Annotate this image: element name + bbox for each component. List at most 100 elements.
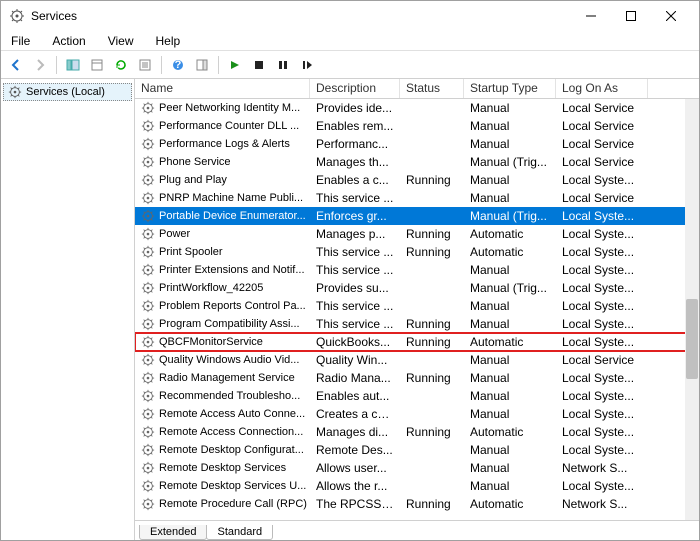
toolbar-separator — [56, 56, 57, 74]
cell-logon: Local Service — [556, 137, 648, 151]
toolbar: ? — [1, 51, 699, 79]
service-row[interactable]: Portable Device Enumerator...Enforces gr… — [135, 207, 699, 225]
tree-item-services-local[interactable]: Services (Local) — [3, 83, 132, 101]
properties-button[interactable] — [134, 54, 156, 76]
service-row[interactable]: Peer Networking Identity M...Provides id… — [135, 99, 699, 117]
gear-icon — [141, 353, 155, 367]
cell-startup: Manual — [464, 479, 556, 493]
service-name-text: Program Compatibility Assi... — [159, 318, 300, 330]
minimize-button[interactable] — [571, 2, 611, 30]
cell-name: Remote Desktop Configurat... — [135, 443, 310, 457]
cell-logon: Local Syste... — [556, 173, 648, 187]
service-row[interactable]: Program Compatibility Assi...This servic… — [135, 315, 699, 333]
column-header-startup[interactable]: Startup Type — [464, 79, 556, 98]
cell-startup: Manual — [464, 299, 556, 313]
cell-logon: Local Syste... — [556, 209, 648, 223]
cell-logon: Local Syste... — [556, 371, 648, 385]
cell-name: QBCFMonitorService — [135, 335, 310, 349]
cell-startup: Manual — [464, 263, 556, 277]
service-name-text: Remote Desktop Services U... — [159, 480, 306, 492]
menu-action[interactable]: Action — [48, 32, 89, 50]
service-row[interactable]: PNRP Machine Name Publi...This service .… — [135, 189, 699, 207]
cell-status: Running — [400, 173, 464, 187]
service-row[interactable]: Printer Extensions and Notif...This serv… — [135, 261, 699, 279]
gear-icon — [141, 335, 155, 349]
restart-service-button[interactable] — [296, 54, 318, 76]
service-name-text: Phone Service — [159, 156, 231, 168]
close-button[interactable] — [651, 2, 691, 30]
refresh-button[interactable] — [110, 54, 132, 76]
export-list-button[interactable] — [86, 54, 108, 76]
gear-icon — [141, 425, 155, 439]
service-row[interactable]: PrintWorkflow_42205Provides su...Manual … — [135, 279, 699, 297]
service-row[interactable]: Phone ServiceManages th...Manual (Trig..… — [135, 153, 699, 171]
menu-view[interactable]: View — [104, 32, 138, 50]
tab-extended[interactable]: Extended — [139, 525, 207, 540]
cell-logon: Local Service — [556, 119, 648, 133]
cell-startup: Manual — [464, 371, 556, 385]
service-row[interactable]: Radio Management ServiceRadio Mana...Run… — [135, 369, 699, 387]
service-row[interactable]: Print SpoolerThis service ...RunningAuto… — [135, 243, 699, 261]
column-header-description[interactable]: Description — [310, 79, 400, 98]
service-row[interactable]: Performance Logs & AlertsPerformanc...Ma… — [135, 135, 699, 153]
help-button[interactable]: ? — [167, 54, 189, 76]
service-row[interactable]: Performance Counter DLL ...Enables rem..… — [135, 117, 699, 135]
stop-service-button[interactable] — [248, 54, 270, 76]
service-name-text: Printer Extensions and Notif... — [159, 264, 305, 276]
service-row[interactable]: Problem Reports Control Pa...This servic… — [135, 297, 699, 315]
cell-startup: Manual — [464, 461, 556, 475]
gear-icon — [141, 101, 155, 115]
show-hide-tree-button[interactable] — [62, 54, 84, 76]
service-row[interactable]: Remote Access Connection...Manages di...… — [135, 423, 699, 441]
cell-name: Remote Procedure Call (RPC) — [135, 497, 310, 511]
cell-status: Running — [400, 497, 464, 511]
cell-logon: Network S... — [556, 461, 648, 475]
menu-file[interactable]: File — [7, 32, 34, 50]
service-name-text: Plug and Play — [159, 174, 227, 186]
cell-startup: Manual — [464, 137, 556, 151]
forward-button[interactable] — [29, 54, 51, 76]
cell-description: This service ... — [310, 299, 400, 313]
cell-logon: Local Syste... — [556, 317, 648, 331]
service-row[interactable]: Remote Procedure Call (RPC)The RPCSS ...… — [135, 495, 699, 513]
cell-name: Quality Windows Audio Vid... — [135, 353, 310, 367]
service-row[interactable]: Plug and PlayEnables a c...RunningManual… — [135, 171, 699, 189]
column-header-status[interactable]: Status — [400, 79, 464, 98]
cell-startup: Manual (Trig... — [464, 281, 556, 295]
show-hide-action-pane-button[interactable] — [191, 54, 213, 76]
titlebar: Services — [1, 1, 699, 31]
scrollbar[interactable] — [685, 99, 699, 520]
cell-logon: Local Syste... — [556, 299, 648, 313]
service-name-text: Remote Access Auto Conne... — [159, 408, 305, 420]
scrollbar-thumb[interactable] — [686, 299, 698, 379]
cell-status: Running — [400, 371, 464, 385]
service-name-text: QBCFMonitorService — [159, 336, 263, 348]
cell-status: Running — [400, 245, 464, 259]
pause-service-button[interactable] — [272, 54, 294, 76]
service-row[interactable]: Remote Desktop Configurat...Remote Des..… — [135, 441, 699, 459]
back-button[interactable] — [5, 54, 27, 76]
gear-icon — [141, 155, 155, 169]
service-row[interactable]: Quality Windows Audio Vid...Quality Win.… — [135, 351, 699, 369]
service-row[interactable]: Remote Desktop Services U...Allows the r… — [135, 477, 699, 495]
gear-icon — [141, 209, 155, 223]
cell-logon: Local Syste... — [556, 335, 648, 349]
column-header-name[interactable]: Name — [135, 79, 310, 98]
tab-standard[interactable]: Standard — [206, 525, 273, 540]
toolbar-separator — [218, 56, 219, 74]
service-name-text: Remote Access Connection... — [159, 426, 303, 438]
service-row[interactable]: Remote Desktop ServicesAllows user...Man… — [135, 459, 699, 477]
column-header-logon[interactable]: Log On As — [556, 79, 648, 98]
service-row[interactable]: Remote Access Auto Conne...Creates a co.… — [135, 405, 699, 423]
service-row[interactable]: QBCFMonitorServiceQuickBooks...RunningAu… — [135, 333, 699, 351]
maximize-button[interactable] — [611, 2, 651, 30]
gear-icon — [8, 85, 22, 99]
cell-description: Enables rem... — [310, 119, 400, 133]
service-row[interactable]: Recommended Troublesho...Enables aut...M… — [135, 387, 699, 405]
service-row[interactable]: PowerManages p...RunningAutomaticLocal S… — [135, 225, 699, 243]
svg-text:?: ? — [175, 59, 182, 71]
view-tabs: Extended Standard — [135, 520, 699, 540]
cell-name: Remote Desktop Services — [135, 461, 310, 475]
menu-help[interactable]: Help — [152, 32, 185, 50]
start-service-button[interactable] — [224, 54, 246, 76]
